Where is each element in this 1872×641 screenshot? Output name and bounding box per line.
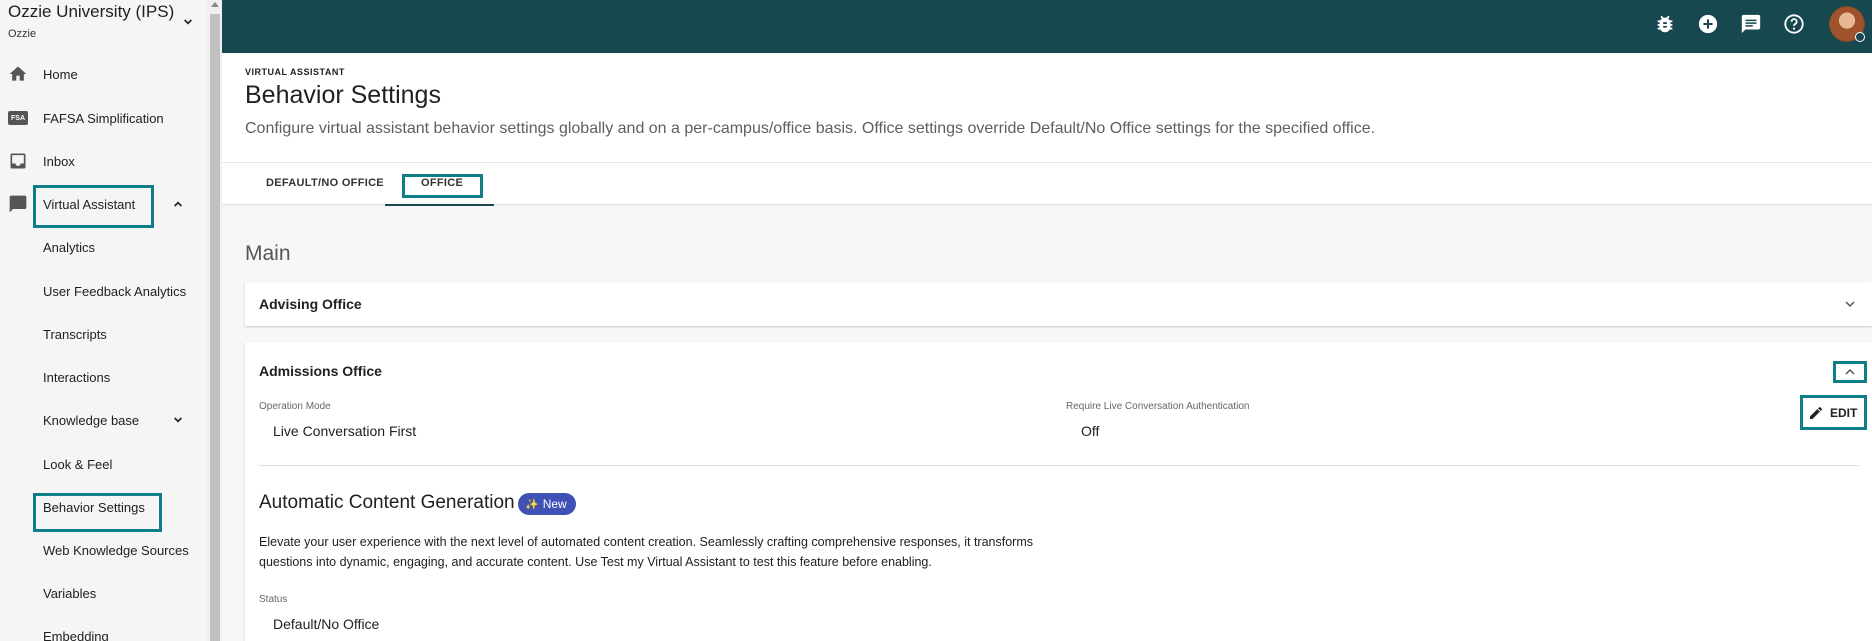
message-icon[interactable] bbox=[1740, 13, 1762, 35]
top-bar bbox=[222, 0, 1872, 53]
page-description: Configure virtual assistant behavior set… bbox=[245, 120, 1376, 137]
auth-value: Off bbox=[1081, 423, 1100, 439]
sidebar-item-label: Look & Feel bbox=[43, 456, 113, 472]
sidebar-item-label: Embedding bbox=[43, 628, 109, 641]
scroll-up-arrow-icon[interactable] bbox=[211, 2, 219, 7]
advising-office-panel[interactable]: Advising Office bbox=[245, 282, 1872, 326]
sidebar-item-label: Interactions bbox=[43, 369, 111, 385]
acg-description: Elevate your user experience with the ne… bbox=[259, 532, 1059, 572]
sidebar-item-label: FAFSA Simplification bbox=[43, 110, 164, 126]
highlight-box bbox=[1800, 395, 1867, 430]
status-label: Status bbox=[259, 594, 288, 605]
sidebar-item-home[interactable]: Home bbox=[0, 56, 206, 92]
status-value: Default/No Office bbox=[273, 616, 380, 632]
sidebar-item-interactions[interactable]: Interactions bbox=[0, 359, 206, 395]
status-indicator-icon bbox=[1855, 32, 1865, 42]
acg-description-line: Elevate your user experience with the ne… bbox=[259, 535, 1033, 549]
page-title: Behavior Settings bbox=[245, 81, 441, 109]
panel-title: Advising Office bbox=[259, 296, 362, 312]
chevron-down-icon[interactable] bbox=[1842, 296, 1858, 312]
sidebar-item-label: Knowledge base bbox=[43, 412, 140, 428]
app-root: Ozzie University (IPS) Ozzie Home FSA FA… bbox=[0, 0, 1872, 641]
sidebar-item-knowledge-base[interactable]: Knowledge base bbox=[0, 402, 206, 438]
tab-bar: DEFAULT/NO OFFICE OFFICE bbox=[222, 162, 1872, 206]
admissions-office-panel: Admissions Office Operation Mode Live Co… bbox=[245, 342, 1872, 641]
section-heading: Main bbox=[245, 242, 291, 265]
sidebar-scrollbar[interactable] bbox=[206, 0, 222, 641]
sidebar-item-analytics[interactable]: Analytics bbox=[0, 229, 206, 265]
chevron-up-icon[interactable] bbox=[1842, 364, 1858, 380]
operation-mode-value: Live Conversation First bbox=[273, 423, 417, 439]
sidebar-item-web-knowledge-sources[interactable]: Web Knowledge Sources bbox=[0, 532, 206, 568]
acg-description-line: questions into dynamic, engaging, and ac… bbox=[259, 555, 932, 569]
tab-active-indicator bbox=[385, 204, 494, 206]
chat-icon bbox=[9, 195, 27, 213]
sidebar-item-inbox[interactable]: Inbox bbox=[0, 143, 206, 179]
operation-mode-label: Operation Mode bbox=[259, 401, 331, 412]
sidebar-item-fafsa[interactable]: FSA FAFSA Simplification bbox=[0, 100, 206, 136]
sidebar-item-label: Web Knowledge Sources bbox=[43, 542, 189, 558]
sidebar-item-label: Home bbox=[43, 66, 78, 82]
chevron-up-icon[interactable] bbox=[170, 196, 186, 212]
sidebar-item-label: User Feedback Analytics bbox=[43, 283, 187, 299]
badge-label: New bbox=[542, 497, 567, 511]
sparkle-icon: ✨ bbox=[525, 498, 539, 511]
sidebar-item-user-feedback-analytics[interactable]: User Feedback Analytics bbox=[0, 273, 206, 309]
sidebar-item-label: Inbox bbox=[43, 153, 75, 169]
sidebar-item-label: Transcripts bbox=[43, 326, 107, 342]
highlight-box bbox=[33, 493, 162, 532]
inbox-icon bbox=[10, 153, 26, 169]
sidebar: Ozzie University (IPS) Ozzie Home FSA FA… bbox=[0, 0, 206, 641]
panel-title: Admissions Office bbox=[259, 363, 382, 379]
page-overline: VIRTUAL ASSISTANT bbox=[245, 67, 345, 77]
home-icon bbox=[9, 66, 27, 81]
new-badge: ✨ New bbox=[518, 493, 576, 515]
page-header: VIRTUAL ASSISTANT Behavior Settings Conf… bbox=[222, 53, 1872, 162]
acg-title: Automatic Content Generation bbox=[259, 492, 515, 513]
sidebar-item-look-and-feel[interactable]: Look & Feel bbox=[0, 446, 206, 482]
add-circle-icon[interactable] bbox=[1697, 13, 1719, 35]
sidebar-item-embedding[interactable]: Embedding bbox=[0, 618, 206, 641]
org-subtitle: Ozzie bbox=[8, 28, 37, 40]
org-switcher[interactable]: Ozzie University (IPS) Ozzie bbox=[8, 2, 198, 46]
chevron-down-icon[interactable] bbox=[180, 14, 196, 30]
sidebar-item-label: Analytics bbox=[43, 239, 96, 255]
help-icon[interactable] bbox=[1783, 13, 1805, 35]
sidebar-item-transcripts[interactable]: Transcripts bbox=[0, 316, 206, 352]
fafsa-icon: FSA bbox=[8, 111, 28, 125]
sidebar-item-variables[interactable]: Variables bbox=[0, 575, 206, 611]
divider bbox=[259, 465, 1859, 466]
sidebar-item-label: Variables bbox=[43, 585, 97, 601]
highlight-box bbox=[402, 174, 483, 198]
auth-label: Require Live Conversation Authentication bbox=[1066, 401, 1250, 412]
scrollbar-thumb[interactable] bbox=[210, 14, 220, 641]
org-name: Ozzie University (IPS) bbox=[8, 2, 175, 21]
tab-default-no-office[interactable]: DEFAULT/NO OFFICE bbox=[266, 177, 384, 189]
bug-icon[interactable] bbox=[1654, 13, 1676, 35]
chevron-down-icon[interactable] bbox=[170, 412, 186, 428]
highlight-box bbox=[33, 185, 154, 228]
